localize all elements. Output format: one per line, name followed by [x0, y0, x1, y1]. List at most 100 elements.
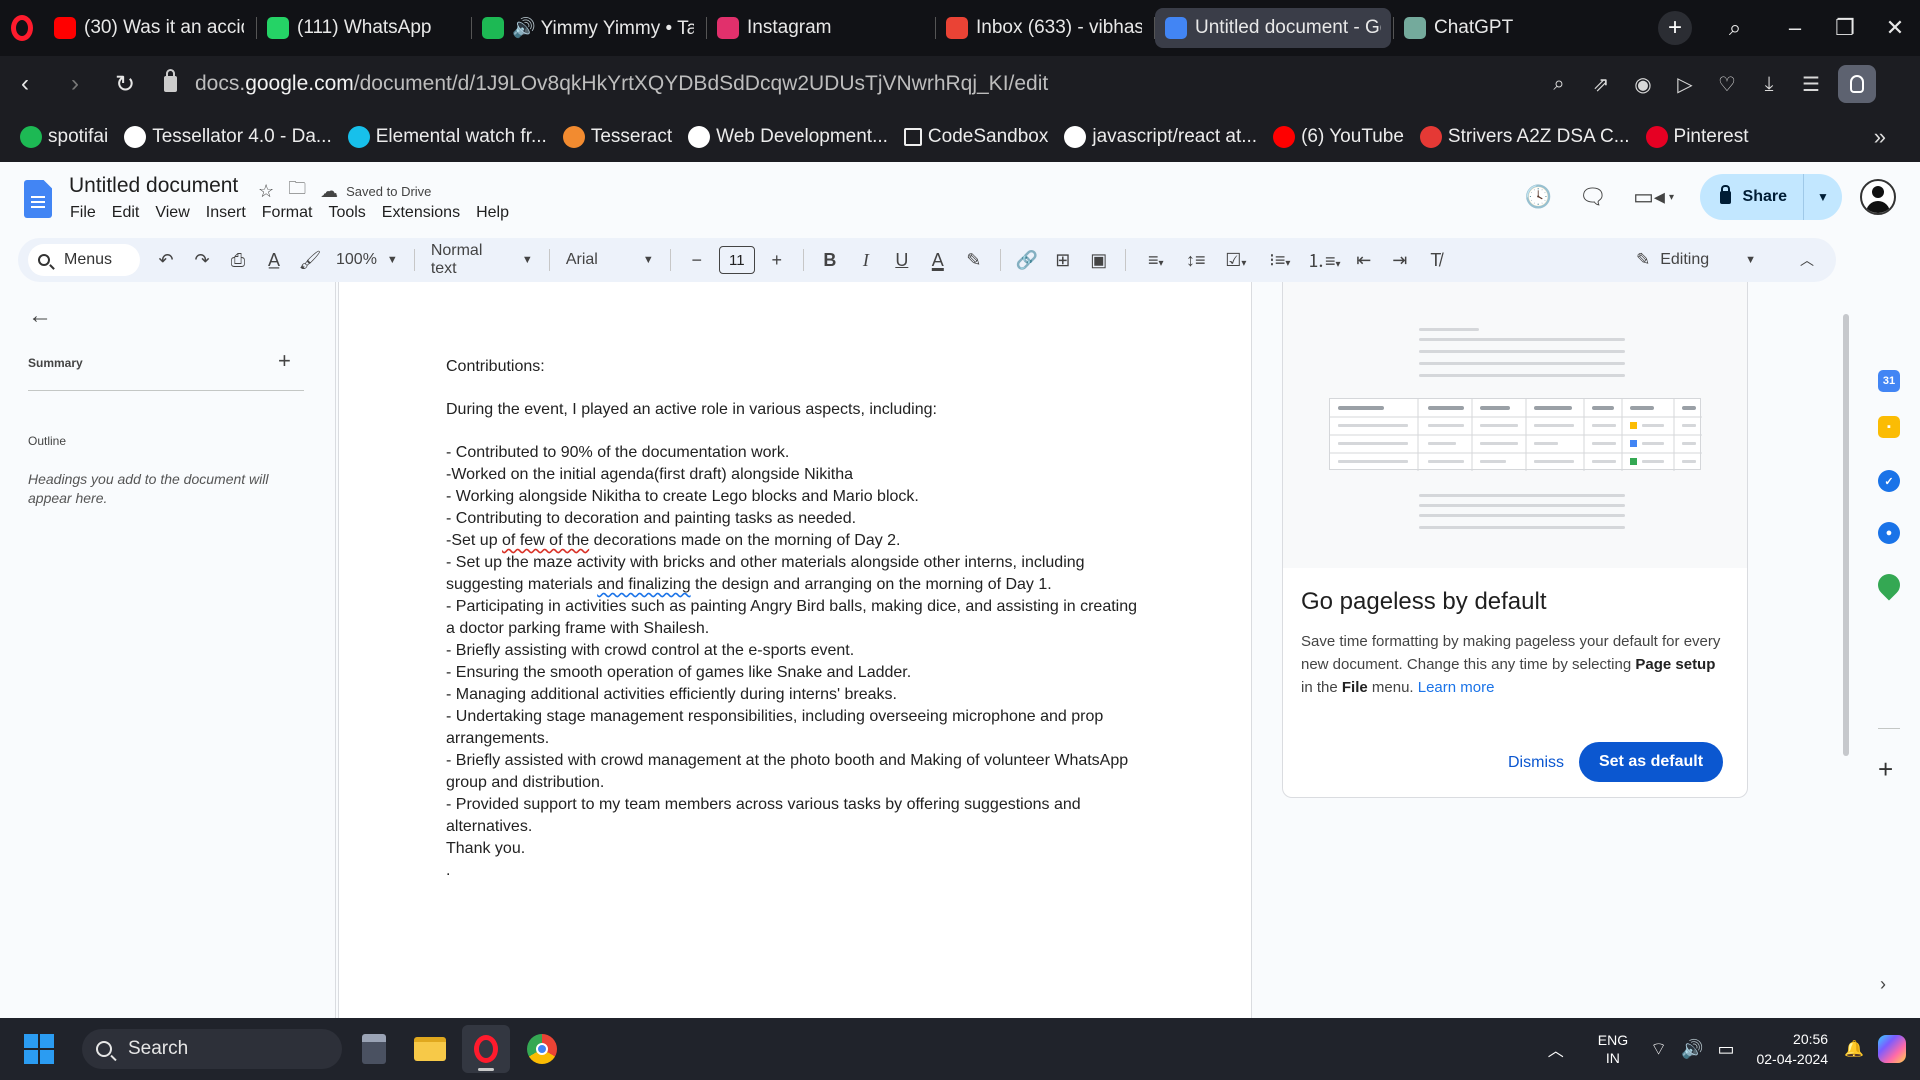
document-body[interactable]: Contributions: During the event, I playe… [446, 356, 1146, 882]
decrease-font-size-icon[interactable]: − [679, 250, 715, 271]
browser-tab[interactable]: Inbox (633) - vibhasrec [936, 8, 1152, 48]
share-page-icon[interactable]: ⇗ [1580, 63, 1622, 105]
set-as-default-button[interactable]: Set as default [1579, 742, 1723, 782]
bookmark-item[interactable]: (6) YouTube [1273, 126, 1404, 148]
grammar-suggestion-text[interactable]: and finalizing [597, 576, 690, 593]
menu-format[interactable]: Format [254, 204, 321, 222]
star-icon[interactable]: ☆ [258, 181, 274, 202]
reload-button[interactable]: ↻ [100, 56, 150, 112]
show-hidden-icons-chevron-icon[interactable]: ︿ [1548, 1037, 1564, 1061]
docs-logo-icon[interactable] [24, 180, 52, 218]
download-icon[interactable]: ⤓ [1748, 63, 1790, 105]
forward-button[interactable]: › [50, 56, 100, 112]
browser-tab[interactable]: (111) WhatsApp [257, 8, 469, 48]
dismiss-button[interactable]: Dismiss [1481, 744, 1591, 782]
keep-icon[interactable]: ▪ [1878, 416, 1900, 438]
menu-extensions[interactable]: Extensions [374, 204, 468, 222]
bookmark-item[interactable]: CodeSandbox [903, 126, 1048, 148]
language-indicator[interactable]: ENG IN [1598, 1031, 1628, 1067]
clock[interactable]: 20:56 02-04-2024 [1756, 1029, 1828, 1069]
align-icon[interactable]: ≡▾ [1134, 250, 1178, 271]
menu-view[interactable]: View [147, 204, 197, 222]
bookmark-item[interactable]: Tesseract [562, 126, 672, 148]
taskbar-search[interactable]: Search [82, 1029, 342, 1069]
redo-icon[interactable]: ↷ [184, 250, 220, 271]
snapshot-icon[interactable]: ◉ [1622, 63, 1664, 105]
close-outline-arrow-icon[interactable]: ← [28, 302, 52, 330]
volume-icon[interactable]: 🔊 [1681, 1039, 1703, 1060]
menu-file[interactable]: File [62, 204, 104, 222]
add-comment-icon[interactable]: ⊞ [1045, 250, 1081, 271]
text-color-icon[interactable]: A [920, 250, 956, 271]
heart-icon[interactable]: ♡ [1706, 63, 1748, 105]
line-spacing-icon[interactable]: ↕≡ [1178, 250, 1214, 271]
menu-insert[interactable]: Insert [198, 204, 254, 222]
increase-font-size-icon[interactable]: + [759, 250, 795, 271]
add-summary-button[interactable]: + [278, 348, 291, 374]
easy-setup-icon[interactable]: ☰ [1790, 63, 1832, 105]
file-explorer-icon[interactable] [406, 1025, 454, 1073]
bookmarks-overflow-icon[interactable]: » [1874, 124, 1886, 150]
new-tab-button[interactable]: + [1650, 0, 1700, 56]
lens-search-icon[interactable]: ⌕ [1538, 63, 1580, 105]
maps-icon[interactable] [1873, 569, 1905, 601]
document-page[interactable]: Contributions: During the event, I playe… [338, 282, 1252, 1018]
calculator-icon[interactable] [350, 1025, 398, 1073]
bookmark-item[interactable]: javascript/react at... [1064, 126, 1257, 148]
wifi-icon[interactable]: ⌔ [1650, 1038, 1667, 1061]
hide-menus-chevron-icon[interactable]: ︿ [1800, 250, 1814, 270]
print-icon[interactable]: ⎙ [220, 250, 256, 271]
grammar-error-text[interactable]: of few of the [502, 532, 589, 549]
clear-formatting-icon[interactable]: T̸ [1418, 250, 1454, 271]
bookmark-item[interactable]: Elemental watch fr... [347, 126, 547, 148]
back-button[interactable]: ‹ [0, 56, 50, 112]
search-tabs-icon[interactable]: ⌕ [1700, 0, 1770, 56]
insert-image-icon[interactable]: ▣ [1081, 250, 1117, 271]
browser-tab[interactable]: ChatGPT [1394, 8, 1604, 48]
document-title[interactable]: Untitled document [69, 174, 238, 198]
close-window-button[interactable]: ✕ [1870, 0, 1920, 56]
battery-icon[interactable]: ▭ [1717, 1039, 1734, 1060]
bulleted-list-icon[interactable]: ⁝≡▾ [1258, 250, 1302, 271]
notification-bell-icon[interactable]: 🔔 [1844, 1039, 1864, 1059]
decrease-indent-icon[interactable]: ⇤ [1346, 250, 1382, 271]
undo-icon[interactable]: ↶ [148, 250, 184, 271]
send-icon[interactable]: ▷ [1664, 63, 1706, 105]
version-history-icon[interactable]: 🕓 [1514, 172, 1564, 222]
menu-tools[interactable]: Tools [320, 204, 373, 222]
url-field[interactable]: docs. google.com/document/d/1J9LOv8qkHkYr… [164, 69, 1048, 96]
browser-tab[interactable]: (30) Was it an acciden [44, 8, 254, 48]
menus-search[interactable]: Menus [28, 244, 140, 276]
checklist-icon[interactable]: ☑▾ [1214, 250, 1258, 271]
bookmark-item[interactable]: Strivers A2Z DSA C... [1419, 126, 1630, 148]
font-size-input[interactable]: 11 [718, 246, 755, 274]
bold-icon[interactable]: B [812, 250, 848, 271]
share-options-chevron-icon[interactable]: ▼ [1804, 190, 1842, 204]
zoom-select[interactable]: 100% ▼ [328, 251, 406, 269]
editing-mode-select[interactable]: ✎ Editing ▼ [1636, 238, 1756, 282]
calendar-icon[interactable]: 31 [1878, 370, 1900, 392]
paint-format-icon[interactable]: 🖌 [292, 250, 328, 271]
scrollbar[interactable] [1843, 314, 1849, 756]
opera-logo-icon[interactable] [0, 0, 44, 56]
restore-button[interactable]: ❐ [1820, 0, 1870, 56]
bookmark-item[interactable]: Web Development... [688, 126, 888, 148]
bookmark-item[interactable]: Tessellator 4.0 - Da... [124, 126, 332, 148]
italic-icon[interactable]: I [848, 250, 884, 271]
browser-tab[interactable]: Instagram [707, 8, 933, 48]
spellcheck-icon[interactable]: A̲ [256, 250, 292, 271]
windows-start-icon[interactable] [24, 1034, 54, 1064]
underline-icon[interactable]: U [884, 250, 920, 271]
chrome-icon[interactable] [518, 1025, 566, 1073]
menu-edit[interactable]: Edit [104, 204, 148, 222]
menu-help[interactable]: Help [468, 204, 517, 222]
comments-icon[interactable]: 🗨 [1568, 172, 1618, 222]
bookmark-item[interactable]: spotifai [20, 126, 108, 148]
chevron-right-icon[interactable]: › [1880, 974, 1886, 995]
minimize-button[interactable]: – [1770, 0, 1820, 56]
numbered-list-icon[interactable]: ⒈≡▾ [1302, 247, 1346, 273]
increase-indent-icon[interactable]: ⇥ [1382, 250, 1418, 271]
avatar[interactable] [1860, 179, 1896, 215]
move-folder-icon[interactable]: 🗀 [288, 176, 306, 206]
meet-video-icon[interactable]: ▭◂ ▾ [1622, 172, 1686, 222]
